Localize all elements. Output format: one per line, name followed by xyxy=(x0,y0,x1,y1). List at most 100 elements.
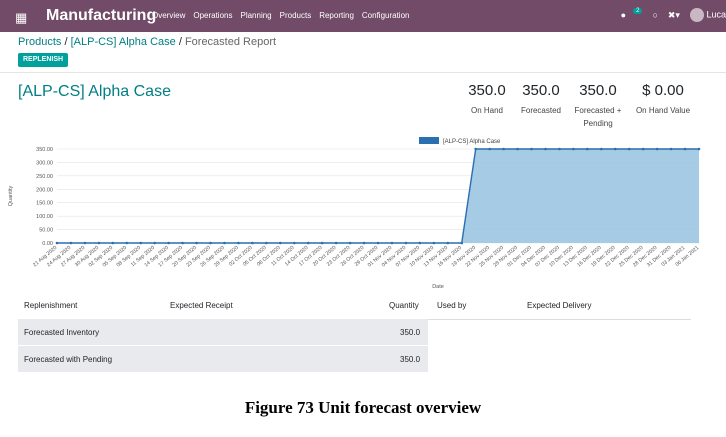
y-tick-label: 50.00 xyxy=(39,228,53,234)
data-point xyxy=(139,241,143,245)
y-tick-label: 300.00 xyxy=(36,160,53,166)
data-point xyxy=(432,241,436,245)
menu-products[interactable]: Products xyxy=(280,11,312,20)
figure-caption: Figure 73 Unit forecast overview xyxy=(244,398,482,417)
avatar xyxy=(689,8,704,22)
breadcrumb-product[interactable]: [ALP-CS] Alpha Case xyxy=(71,36,176,48)
data-point xyxy=(641,147,645,151)
data-point xyxy=(83,241,87,245)
row-label: Forecasted Inventory xyxy=(24,328,100,337)
data-point xyxy=(223,241,226,245)
data-point xyxy=(572,147,575,151)
data-point xyxy=(237,241,240,245)
stat-forecasted: 350.0 Forecasted xyxy=(515,82,567,117)
top-navbar: ▦ Manufacturing Overview Operations Plan… xyxy=(0,0,726,32)
stat-value: 350.0 xyxy=(522,82,560,99)
data-point xyxy=(558,147,561,151)
stat-label: Forecasted + Pending xyxy=(574,106,622,128)
data-point xyxy=(195,241,198,245)
data-point xyxy=(446,241,450,245)
data-point xyxy=(488,147,491,151)
forecast-chart: [ALP-CS] Alpha Case 0.00 50.00 100.00 150.00… xyxy=(8,137,701,290)
data-point xyxy=(279,241,282,245)
data-point xyxy=(292,241,296,245)
data-point xyxy=(697,147,701,151)
data-point xyxy=(586,147,589,151)
y-axis-label: Quantity xyxy=(8,186,14,207)
divider xyxy=(0,72,726,73)
data-point xyxy=(181,241,184,245)
data-point xyxy=(167,241,170,245)
data-point xyxy=(348,241,352,245)
data-point xyxy=(600,147,603,151)
table-row: Forecasted Inventory 350.0 xyxy=(18,319,428,345)
y-tick-label: 150.00 xyxy=(36,201,53,207)
col-quantity: Quantity xyxy=(389,301,419,310)
replenish-button[interactable]: REPLENISH xyxy=(18,53,69,67)
main-menu: Overview Operations Planning Products Re… xyxy=(152,11,409,20)
debug-icon[interactable]: ✖▾ xyxy=(668,10,680,21)
data-point xyxy=(69,241,73,245)
data-point xyxy=(655,147,659,151)
legend-label: [ALP-CS] Alpha Case xyxy=(443,139,501,145)
product-title[interactable]: [ALP-CS] Alpha Case xyxy=(18,83,171,101)
data-point xyxy=(376,241,380,245)
menu-overview[interactable]: Overview xyxy=(152,11,185,20)
data-point xyxy=(613,147,617,151)
data-point xyxy=(627,147,631,151)
data-point xyxy=(265,241,268,245)
data-point xyxy=(390,241,394,245)
table-row: Forecasted with Pending 350.0 xyxy=(18,346,428,372)
data-point xyxy=(404,241,408,245)
stat-on-hand-value: $ 0.00 On Hand Value xyxy=(632,82,694,117)
data-point xyxy=(209,241,212,245)
stat-value: $ 0.00 xyxy=(642,82,684,99)
menu-operations[interactable]: Operations xyxy=(193,11,232,20)
forecast-table: Replenishment Expected Receipt Quantity … xyxy=(18,291,691,372)
y-tick-label: 0.00 xyxy=(42,241,53,247)
stat-value: 350.0 xyxy=(468,82,506,99)
chat-count-badge: 2 xyxy=(633,8,643,14)
row-quantity: 350.0 xyxy=(400,328,421,337)
clock-icon[interactable]: ○ xyxy=(652,10,657,20)
data-point xyxy=(251,241,254,245)
app-name[interactable]: Manufacturing xyxy=(46,7,156,25)
data-point xyxy=(474,147,477,151)
breadcrumb-products[interactable]: Products xyxy=(18,36,61,48)
stat-value: 350.0 xyxy=(579,82,617,99)
apps-grid-icon[interactable]: ▦ xyxy=(15,10,27,26)
data-point xyxy=(530,147,533,151)
data-point xyxy=(334,241,338,245)
row-quantity: 350.0 xyxy=(400,355,421,364)
data-point xyxy=(544,147,547,151)
user-menu[interactable]: Luca xyxy=(689,8,726,22)
series-area xyxy=(57,149,699,243)
col-expected-receipt: Expected Receipt xyxy=(170,301,233,310)
data-point xyxy=(55,241,59,245)
stat-label: Forecasted xyxy=(520,106,562,115)
col-expected-delivery: Expected Delivery xyxy=(527,301,592,310)
x-axis-label: Date xyxy=(432,284,444,290)
breadcrumb-current: Forecasted Report xyxy=(184,36,277,48)
data-point xyxy=(683,147,687,151)
y-tick-label: 200.00 xyxy=(36,187,53,193)
y-tick-label: 350.00 xyxy=(36,147,53,153)
stat-on-hand: 350.0 On Hand xyxy=(462,82,512,117)
data-point xyxy=(153,241,156,245)
data-point xyxy=(97,241,101,245)
menu-configuration[interactable]: Configuration xyxy=(362,11,410,20)
legend-swatch xyxy=(419,137,439,144)
y-tick-label: 100.00 xyxy=(36,214,53,220)
stat-forecasted-pending: 350.0 Forecasted + Pending xyxy=(572,82,624,130)
row-label: Forecasted with Pending xyxy=(24,355,113,364)
data-point xyxy=(125,241,129,245)
chat-icon[interactable]: ● xyxy=(621,10,626,20)
data-point xyxy=(111,241,115,245)
menu-reporting[interactable]: Reporting xyxy=(319,11,354,20)
data-point xyxy=(502,147,505,151)
col-used-by: Used by xyxy=(437,301,467,310)
stat-label: On Hand Value xyxy=(635,106,691,115)
stat-label: On Hand xyxy=(470,106,504,115)
data-point xyxy=(418,241,422,245)
menu-planning[interactable]: Planning xyxy=(240,11,271,20)
